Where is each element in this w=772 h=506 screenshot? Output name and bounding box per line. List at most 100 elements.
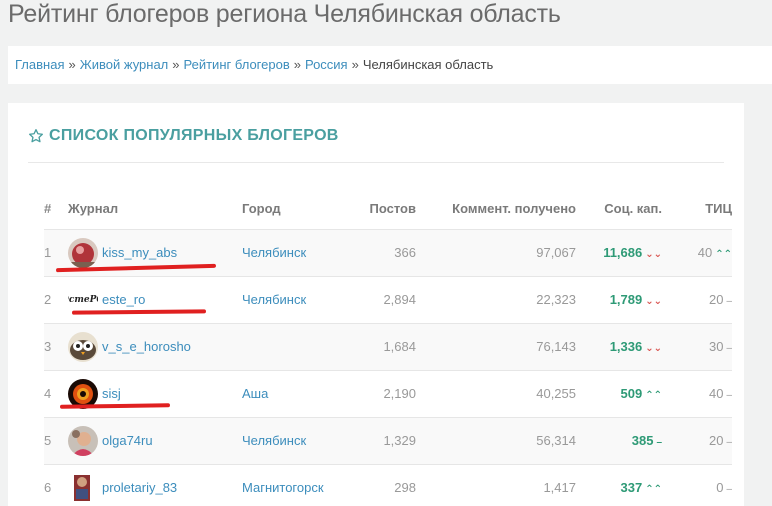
column-header-posts[interactable]: Постов — [342, 189, 416, 230]
panel-header: СПИСОК ПОПУЛЯРНЫХ БЛОГЕРОВ — [28, 125, 724, 163]
breadcrumb-russia[interactable]: Россия — [305, 57, 348, 72]
tic-value: 0 — [716, 480, 724, 495]
trend-down-icon: ⌄⌄ — [645, 249, 662, 260]
trend-down-icon: ⌄⌄ — [645, 296, 662, 307]
social-capital-cell: 337 ⌃⌃ — [576, 464, 662, 506]
blog-link[interactable]: proletariy_83 — [102, 480, 177, 495]
table-row: 6 proletariy_83 Магнитогорск 298 1,417 3… — [44, 464, 732, 506]
journal-cell: ЭстеРО este_ro — [68, 276, 242, 324]
row-index: 3 — [44, 323, 68, 371]
avatar[interactable] — [68, 425, 98, 456]
social-capital-cell: 1,789 ⌄⌄ — [576, 276, 662, 324]
tic-cell: 20– — [662, 276, 732, 324]
blog-link[interactable]: olga74ru — [102, 433, 153, 448]
column-header-comments[interactable]: Коммент. получено — [416, 189, 576, 230]
city-link[interactable]: Аша — [242, 386, 268, 401]
comments-value: 1,417 — [416, 464, 576, 506]
city-link[interactable]: Челябинск — [242, 245, 306, 260]
star-outline-icon — [29, 129, 43, 143]
comments-value: 22,323 — [416, 276, 576, 324]
row-index: 6 — [44, 464, 68, 506]
breadcrumb-separator: » — [293, 57, 301, 72]
tic-cell: 40– — [662, 370, 732, 418]
table-row: 2 ЭстеРО este_ro Челябинск 2,894 22,323 … — [44, 276, 732, 324]
city-cell: Челябинск — [242, 276, 342, 324]
posts-value: 298 — [342, 464, 416, 506]
row-index: 5 — [44, 417, 68, 465]
city-link[interactable]: Челябинск — [242, 292, 306, 307]
avatar[interactable] — [68, 237, 98, 268]
city-link[interactable]: Магнитогорск — [242, 480, 324, 495]
comments-value: 97,067 — [416, 229, 576, 277]
breadcrumb: Главная» Живой журнал» Рейтинг блогеров» Ро… — [8, 46, 772, 84]
table-header-row: # Журнал Город Постов Коммент. получено … — [44, 189, 732, 230]
posts-value: 1,684 — [342, 323, 416, 371]
panel-title: СПИСОК ПОПУЛЯРНЫХ БЛОГЕРОВ — [49, 127, 339, 144]
social-capital-cell: 385– — [576, 417, 662, 465]
journal-cell: olga74ru — [68, 417, 242, 465]
blog-link[interactable]: sisj — [102, 386, 121, 401]
journal-cell: sisj — [68, 370, 242, 418]
trend-flat-icon: – — [726, 296, 732, 307]
city-cell: Магнитогорск — [242, 464, 342, 506]
posts-value: 2,894 — [342, 276, 416, 324]
blog-link[interactable]: este_ro — [102, 292, 145, 307]
column-header-journal[interactable]: Журнал — [68, 189, 242, 230]
tic-value: 20 — [708, 433, 724, 448]
tic-value: 20 — [708, 292, 724, 307]
trend-flat-icon: – — [726, 484, 732, 495]
page-title: Рейтинг блогеров региона Челябинская обл… — [8, 0, 561, 28]
tic-cell: 30– — [662, 323, 732, 371]
city-cell: Челябинск — [242, 417, 342, 465]
posts-value: 2,190 — [342, 370, 416, 418]
avatar[interactable] — [68, 472, 98, 503]
bloggers-table: # Журнал Город Постов Коммент. получено … — [44, 189, 732, 506]
breadcrumb-separator: » — [172, 57, 180, 72]
trend-down-icon: ⌄⌄ — [645, 343, 662, 354]
avatar[interactable] — [68, 331, 98, 362]
bloggers-panel: СПИСОК ПОПУЛЯРНЫХ БЛОГЕРОВ # Журнал Горо… — [8, 103, 744, 506]
table-row: 4 sisj Аша 2,190 40,255 509 ⌃⌃ 40– — [44, 370, 732, 418]
social-capital-cell: 1,336 ⌄⌄ — [576, 323, 662, 371]
comments-value: 76,143 — [416, 323, 576, 371]
trend-flat-icon: – — [726, 390, 732, 401]
comments-value: 40,255 — [416, 370, 576, 418]
breadcrumb-separator: » — [68, 57, 76, 72]
breadcrumb-separator: » — [351, 57, 359, 72]
social-capital-cell: 11,686 ⌄⌄ — [576, 229, 662, 277]
column-header-city[interactable]: Город — [242, 189, 342, 230]
breadcrumb-home[interactable]: Главная — [15, 57, 64, 72]
social-capital-value: 509 — [620, 386, 643, 401]
column-header-social-capital[interactable]: Соц. кап. — [576, 189, 662, 230]
blog-link[interactable]: kiss_my_abs — [102, 245, 177, 260]
tic-cell: 40 ⌃⌃ — [662, 229, 732, 277]
breadcrumb-livejournal[interactable]: Живой журнал — [80, 57, 169, 72]
breadcrumb-current: Челябинская область — [362, 57, 494, 72]
tic-value: 40 — [697, 245, 713, 260]
column-header-index[interactable]: # — [44, 189, 68, 230]
city-cell: Челябинск — [242, 229, 342, 277]
social-capital-value: 1,336 — [609, 339, 643, 354]
table-row: 3 v_s_e_horosho 1,684 76,143 1,336 ⌄⌄ 30– — [44, 323, 732, 371]
comments-value: 56,314 — [416, 417, 576, 465]
social-capital-value: 337 — [620, 480, 643, 495]
trend-flat-icon: – — [726, 437, 732, 448]
journal-cell: v_s_e_horosho — [68, 323, 242, 371]
city-link[interactable]: Челябинск — [242, 433, 306, 448]
breadcrumb-blogger-rating[interactable]: Рейтинг блогеров — [184, 57, 290, 72]
city-cell: Аша — [242, 370, 342, 418]
trend-up-icon: ⌃⌃ — [715, 249, 732, 260]
city-cell — [242, 323, 342, 371]
social-capital-value: 385 — [631, 433, 654, 448]
tic-value: 30 — [708, 339, 724, 354]
posts-value: 1,329 — [342, 417, 416, 465]
social-capital-value: 11,686 — [603, 245, 643, 260]
blog-link[interactable]: v_s_e_horosho — [102, 339, 191, 354]
tic-cell: 20– — [662, 417, 732, 465]
column-header-tic[interactable]: ТИЦ — [662, 189, 732, 230]
social-capital-value: 1,789 — [609, 292, 643, 307]
row-index: 4 — [44, 370, 68, 418]
trend-up-icon: ⌃⌃ — [645, 390, 662, 401]
tic-cell: 0– — [662, 464, 732, 506]
row-index: 2 — [44, 276, 68, 324]
